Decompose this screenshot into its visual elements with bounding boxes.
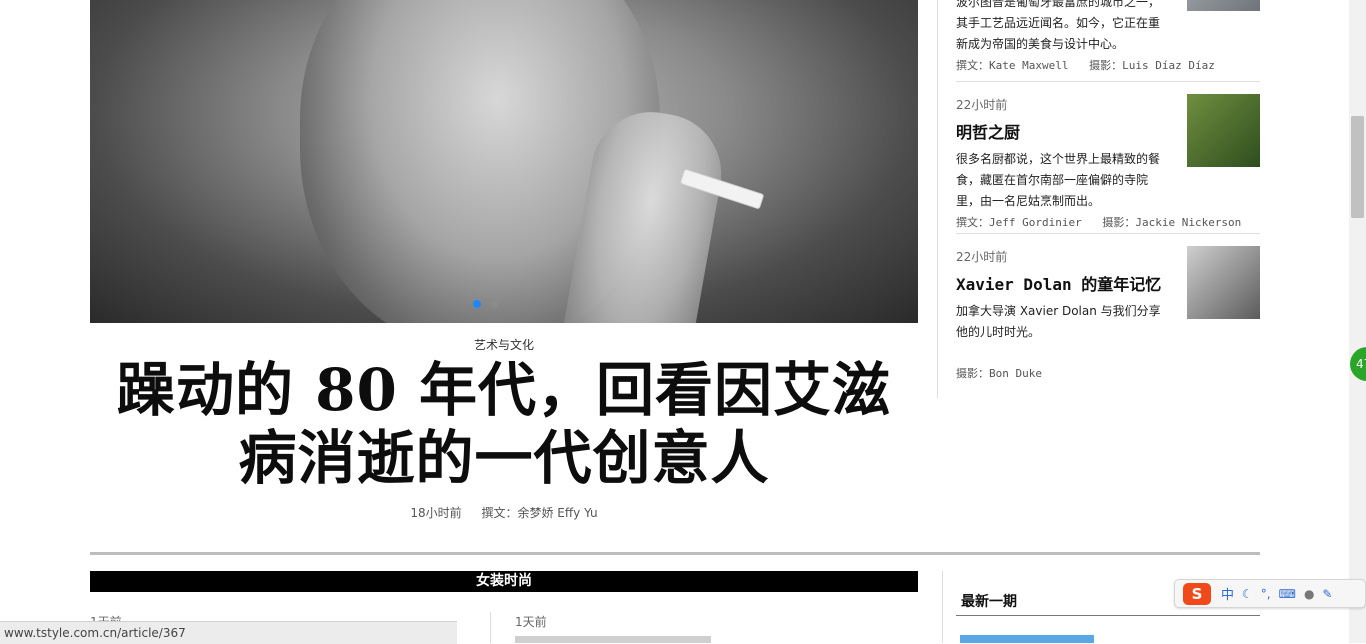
article-desc-line: 波尔图普是葡萄牙最富庶的城市之一， bbox=[956, 0, 1161, 9]
latest-issue-title: 最新一期 bbox=[961, 594, 1017, 610]
article-separator bbox=[956, 81, 1260, 82]
latest-issue-underline bbox=[956, 615, 1260, 616]
keyboard-icon[interactable]: ⌨ bbox=[1279, 587, 1296, 601]
sidebar-article-0[interactable]: 波尔图普是葡萄牙最富庶的城市之一， 其手工艺品远近闻名。如今，它正在重 新成为帝… bbox=[956, 0, 1260, 73]
article-description: 波尔图普是葡萄牙最富庶的城市之一， 其手工艺品远近闻名。如今，它正在重 新成为帝… bbox=[956, 0, 1161, 55]
hero-meta: 18小时前 撰文：余梦娇 Effy Yu bbox=[90, 504, 918, 521]
sidebar-article-2[interactable]: 22小时前 Xavier Dolan 的童年记忆 加拿大导演 Xavier Do… bbox=[956, 246, 1260, 381]
article-photographer: 摄影：Bon Duke bbox=[956, 367, 1042, 380]
article-writer: 撰文：Jeff Gordinier bbox=[956, 216, 1082, 229]
section-divider bbox=[90, 552, 1260, 555]
article-desc-line: 新成为帝国的美食与设计中心。 bbox=[956, 37, 1125, 51]
article-desc-line: 他的儿时时光。 bbox=[956, 325, 1041, 339]
moon-icon[interactable]: ☾ bbox=[1242, 587, 1253, 601]
sidebar-article-1[interactable]: 22小时前 明哲之厨 很多名厨都说，这个世界上最精致的餐 食，藏匿在首尔南部一座… bbox=[956, 94, 1260, 230]
user-icon[interactable]: ● bbox=[1304, 587, 1314, 601]
lower-article-image[interactable] bbox=[515, 636, 711, 643]
article-description: 加拿大导演 Xavier Dolan 与我们分享 他的儿时时光。 bbox=[956, 301, 1161, 343]
article-photographer: 摄影：Luis Díaz Díaz bbox=[1089, 59, 1215, 72]
article-desc-line: 食，藏匿在首尔南部一座偏僻的寺院 bbox=[956, 173, 1149, 187]
article-separator bbox=[956, 233, 1260, 234]
latest-issue-cover[interactable] bbox=[960, 635, 1094, 643]
article-thumbnail[interactable] bbox=[1187, 0, 1260, 11]
carousel-dot-2[interactable] bbox=[491, 300, 499, 308]
article-description: 很多名厨都说，这个世界上最精致的餐 食，藏匿在首尔南部一座偏僻的寺院 里，由一名… bbox=[956, 149, 1161, 212]
status-bar-url: www.tstyle.com.cn/article/367 bbox=[0, 621, 457, 644]
hero-time: 18小时前 bbox=[410, 506, 462, 520]
lower-article-time: 1天前 bbox=[515, 615, 547, 629]
article-credits: 撰文：Jeff Gordinier 摄影：Jackie Nickerson bbox=[956, 214, 1260, 230]
article-writer: 撰文：Kate Maxwell bbox=[956, 59, 1069, 72]
ime-mode-toggle[interactable]: 中 bbox=[1221, 584, 1234, 603]
article-desc-line: 其手工艺品远近闻名。如今，它正在重 bbox=[956, 16, 1161, 30]
article-thumbnail[interactable] bbox=[1187, 246, 1260, 319]
lower-column-divider bbox=[490, 612, 491, 643]
article-thumbnail[interactable] bbox=[1187, 94, 1260, 167]
article-photographer: 摄影：Jackie Nickerson bbox=[1102, 216, 1242, 229]
article-desc-line: 加拿大导演 Xavier Dolan 与我们分享 bbox=[956, 304, 1161, 318]
article-credits: 撰文：Kate Maxwell 摄影：Luis Díaz Díaz bbox=[956, 57, 1260, 73]
article-desc-line: 很多名厨都说，这个世界上最精致的餐 bbox=[956, 152, 1161, 166]
hero-image[interactable] bbox=[90, 0, 918, 323]
wrench-icon[interactable]: ✎ bbox=[1322, 587, 1332, 601]
sogou-logo-icon[interactable]: S bbox=[1183, 582, 1211, 605]
scrollbar-track[interactable] bbox=[1349, 0, 1366, 643]
scrollbar-thumb[interactable] bbox=[1351, 116, 1364, 218]
hero-category[interactable]: 艺术与文化 bbox=[90, 336, 918, 353]
hero-author: 撰文：余梦娇 Effy Yu bbox=[481, 506, 598, 520]
punctuation-icon[interactable]: °, bbox=[1261, 587, 1271, 601]
carousel-dots bbox=[473, 300, 499, 308]
column-divider bbox=[937, 0, 938, 398]
hero-headline[interactable]: 躁动的 80 年代，回看因艾滋病消逝的一代创意人 bbox=[90, 356, 918, 492]
sidebar-divider bbox=[942, 571, 943, 643]
article-desc-line: 里，由一名尼姑烹制而出。 bbox=[956, 194, 1101, 208]
carousel-dot-1[interactable] bbox=[473, 300, 481, 308]
section-title-bar[interactable]: 女装时尚 bbox=[90, 571, 918, 592]
ime-toolbar[interactable]: S 中 ☾ °, ⌨ ● ✎ bbox=[1174, 579, 1366, 608]
article-credits: 摄影：Bon Duke bbox=[956, 365, 1260, 381]
